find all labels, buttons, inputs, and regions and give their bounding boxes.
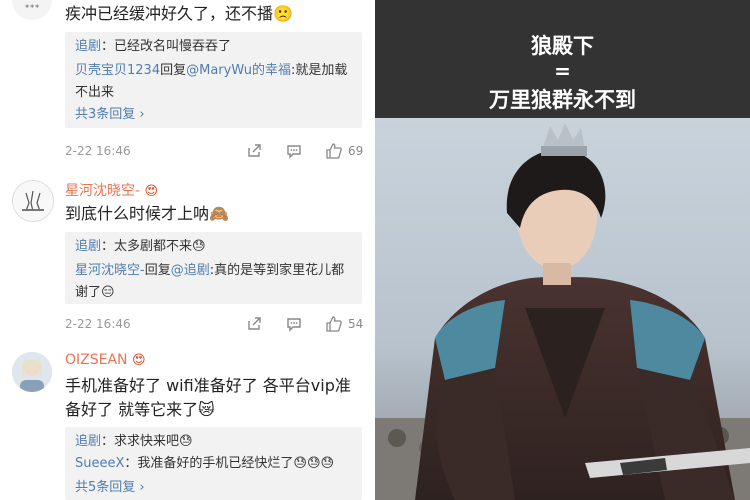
reply-author[interactable]: 追剧 (75, 434, 101, 449)
reply-author[interactable]: 追剧 (75, 239, 101, 254)
reply-line: 追剧：已经改名叫慢吞吞了 (75, 36, 355, 58)
reply-mention[interactable]: @追剧 (171, 263, 210, 278)
reply-line: 星河沈晓空-回复@追剧:真的是等到家里花儿都谢了😑 (75, 260, 355, 304)
comment-text: 手机准备好了 wifi准备好了 各平台vip准备好了 就等它来了😿 (65, 376, 351, 419)
username[interactable]: 星河沈晓空- 😍 (65, 180, 158, 200)
avatar[interactable] (12, 352, 52, 392)
reply-body: 回复 (144, 263, 171, 278)
caption-line-3: 万里狼群永不到 (489, 88, 636, 112)
username-text[interactable]: 星河沈晓空- (65, 183, 140, 199)
comment-item: 星河沈晓空- 😍 到底什么时候才上呐🙈 追剧：太多剧都不来😓 星河沈晓空-回复@… (0, 170, 375, 342)
comment-icon[interactable] (286, 143, 302, 159)
reply-author[interactable]: SueeeX (75, 456, 124, 471)
reply-author[interactable]: 追剧 (75, 39, 101, 54)
reply-mention[interactable]: @MaryWu的幸福 (186, 63, 291, 78)
reply-body: ：我准备好的手机已经快烂了😓😓😓 (124, 456, 335, 471)
user-badge: 😍 (144, 184, 159, 199)
reply-body: 回复 (160, 63, 187, 78)
reply-line: 追剧：求求快来吧😓 (75, 431, 355, 453)
reply-body: ：太多剧都不来😓 (101, 239, 206, 254)
comment-text: 到底什么时候才上呐🙈 (65, 204, 229, 223)
reply-line: 贝壳宝贝1234回复@MaryWu的幸福:就是加载不出来 (75, 60, 355, 104)
like-count: 69 (348, 144, 364, 158)
comment-time: 2-22 16:46 (65, 317, 131, 331)
comment-text: 疾冲已经缓冲好久了，还不播🙁 (65, 4, 293, 23)
like-icon[interactable] (325, 142, 343, 160)
reply-body: ：已经改名叫慢吞吞了 (101, 39, 232, 54)
reply-box[interactable]: 追剧：求求快来吧😓 SueeeX：我准备好的手机已经快烂了😓😓😓 共5条回复 › (65, 427, 362, 500)
reply-author[interactable]: 贝壳宝贝1234 (75, 63, 160, 78)
username-text[interactable]: OIZSEAN (65, 352, 128, 368)
comment-icon[interactable] (286, 316, 302, 332)
avatar[interactable]: ∗∗∗ (12, 0, 52, 20)
comment-item: ∗∗∗ 疾冲已经缓冲好久了，还不播🙁 追剧：已经改名叫慢吞吞了 贝壳宝贝1234… (0, 0, 375, 170)
svg-text:∗∗∗: ∗∗∗ (24, 3, 39, 10)
comment-time: 2-22 16:46 (65, 144, 131, 158)
drama-still-image (375, 118, 750, 500)
reply-line: 追剧：太多剧都不来😓 (75, 236, 355, 258)
reply-body: ：求求快来吧😓 (101, 434, 193, 449)
caption-line-1: 狼殿下 (531, 34, 594, 58)
share-icon[interactable] (246, 143, 262, 159)
like-count: 54 (348, 317, 364, 331)
like-icon[interactable] (325, 315, 343, 333)
avatar[interactable] (12, 180, 54, 222)
reply-author[interactable]: 星河沈晓空- (75, 263, 145, 278)
caption-line-2: = (554, 59, 571, 83)
reply-box[interactable]: 追剧：太多剧都不来😓 星河沈晓空-回复@追剧:真的是等到家里花儿都谢了😑 (65, 232, 362, 304)
share-icon[interactable] (246, 316, 262, 332)
reply-line: SueeeX：我准备好的手机已经快烂了😓😓😓 (75, 453, 355, 475)
username[interactable]: OIZSEAN 😍 (65, 352, 146, 368)
more-replies-link[interactable]: 共5条回复 › (75, 477, 355, 499)
more-replies-link[interactable]: 共3条回复 › (75, 104, 355, 126)
comment-item: OIZSEAN 😍 手机准备好了 wifi准备好了 各平台vip准备好了 就等它… (0, 342, 375, 500)
reply-box[interactable]: 追剧：已经改名叫慢吞吞了 贝壳宝贝1234回复@MaryWu的幸福:就是加载不出… (65, 32, 362, 128)
image-panel: 狼殿下 = 万里狼群永不到 (375, 0, 750, 500)
comment-feed: ∗∗∗ 疾冲已经缓冲好久了，还不播🙁 追剧：已经改名叫慢吞吞了 贝壳宝贝1234… (0, 0, 375, 500)
user-badge: 😍 (131, 353, 146, 368)
